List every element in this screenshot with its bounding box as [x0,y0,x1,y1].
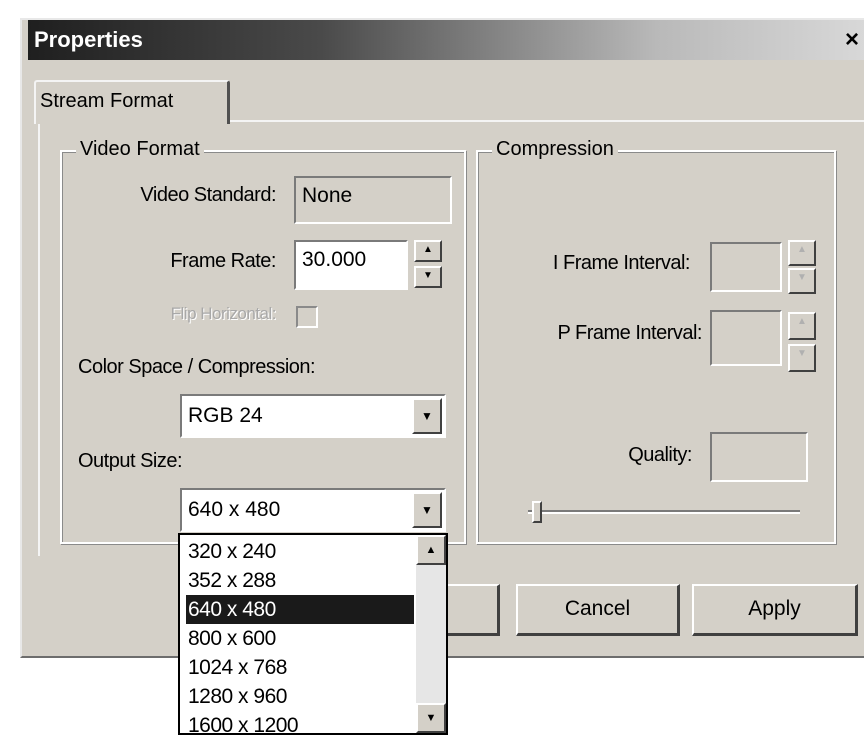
p-frame-interval-spinner[interactable]: ▲ ▼ [788,312,816,372]
color-space-label: Color Space / Compression: [78,356,316,378]
flip-horizontal-checkbox[interactable] [296,306,318,328]
spin-up-icon[interactable]: ▲ [788,312,816,340]
output-size-dropdown-icon[interactable]: ▼ [412,492,442,528]
color-space-dropdown-icon[interactable]: ▼ [412,398,442,434]
output-size-dropdown-list[interactable]: 320 x 240 352 x 288 640 x 480 800 x 600 … [178,533,448,735]
p-frame-interval-input[interactable] [710,310,782,366]
scroll-up-icon[interactable]: ▲ [416,535,446,565]
list-item[interactable]: 640 x 480 [186,595,414,624]
list-item[interactable]: 1600 x 1200 [186,711,414,733]
list-item[interactable]: 800 x 600 [186,624,414,653]
quality-slider-thumb[interactable] [532,501,542,523]
window-title: Properties [34,27,143,52]
video-standard-field: None [294,176,452,224]
p-frame-interval-label: P Frame Interval: [557,322,702,344]
output-size-select[interactable]: 640 x 480 [180,488,446,532]
list-item[interactable]: 1024 x 768 [186,653,414,682]
i-frame-interval-label: I Frame Interval: [552,252,691,274]
frame-rate-spinner[interactable]: ▲ ▼ [414,240,442,290]
output-size-label: Output Size: [78,450,183,472]
compression-group-label: Compression [492,138,618,161]
frame-rate-input[interactable]: 30.000 [294,240,408,290]
spin-down-icon[interactable]: ▼ [788,344,816,372]
quality-input[interactable] [710,432,808,482]
spin-down-icon[interactable]: ▼ [788,268,816,294]
frame-rate-label: Frame Rate: [170,250,276,272]
video-format-group-label: Video Format [76,138,204,161]
list-scrollbar[interactable]: ▲ ▼ [416,535,446,733]
title-bar[interactable]: Properties × [28,20,864,60]
list-item[interactable]: 320 x 240 [186,537,414,566]
spin-up-icon[interactable]: ▲ [414,240,442,262]
list-item[interactable]: 1280 x 960 [186,682,414,711]
spin-down-icon[interactable]: ▼ [414,266,442,288]
flip-horizontal-label: Flip Horizontal: [170,304,277,323]
tab-stream-format[interactable]: Stream Format [34,80,230,124]
color-space-select[interactable]: RGB 24 [180,394,446,438]
compression-group: Compression [476,138,836,544]
scroll-down-icon[interactable]: ▼ [416,703,446,733]
list-item[interactable]: 352 x 288 [186,566,414,595]
video-standard-label: Video Standard: [140,184,276,206]
cancel-button[interactable]: Cancel [516,584,680,636]
i-frame-interval-input[interactable] [710,242,782,292]
close-icon[interactable]: × [838,25,864,55]
spin-up-icon[interactable]: ▲ [788,240,816,266]
quality-label: Quality: [628,444,692,466]
apply-button[interactable]: Apply [692,584,858,636]
i-frame-interval-spinner[interactable]: ▲ ▼ [788,240,816,294]
quality-slider-track [528,510,800,514]
